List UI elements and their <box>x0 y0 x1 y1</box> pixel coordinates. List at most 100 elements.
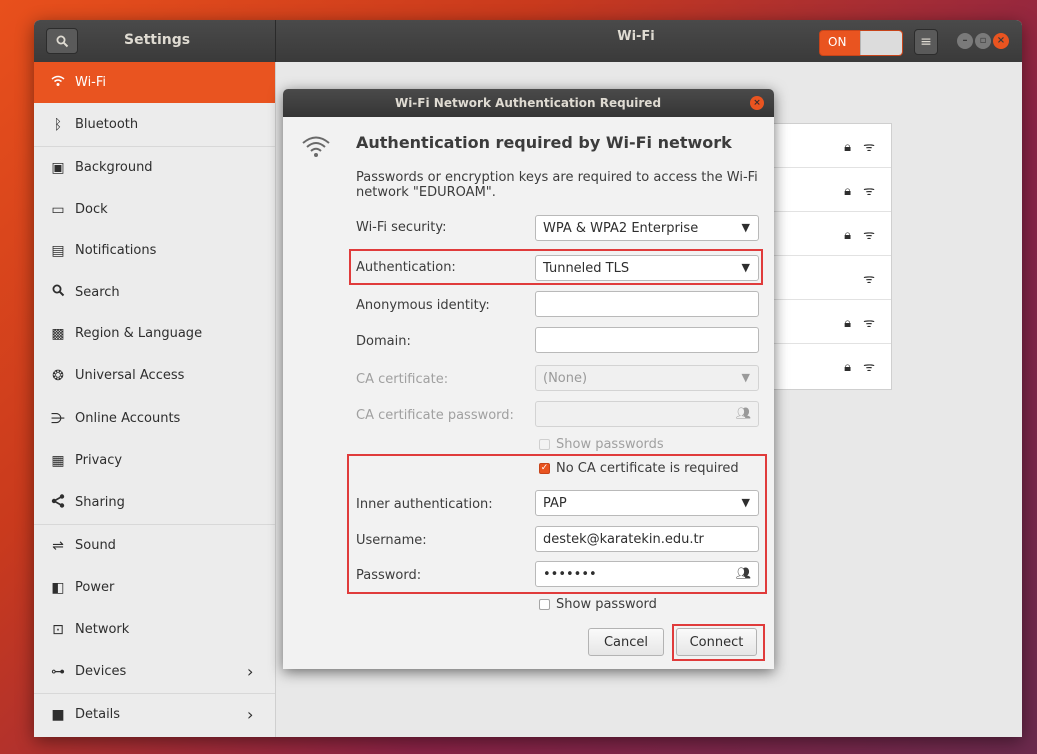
sound-icon: ⇌ <box>52 537 64 554</box>
sidebar-item-label: Wi-Fi <box>75 75 107 90</box>
header-divider <box>275 20 276 62</box>
inner-authentication-label: Inner authentication: <box>356 497 493 512</box>
sidebar-item-label: Details <box>75 707 121 722</box>
sidebar-item-label: Power <box>75 580 115 595</box>
ca-certificate-password-label: CA certificate password: <box>356 408 514 423</box>
details-icon: ■ <box>51 706 65 723</box>
checkbox-box[interactable] <box>539 439 550 450</box>
switch-on-label: ON <box>828 35 847 49</box>
sidebar-item-region[interactable]: ▩ Region & Language <box>34 313 275 354</box>
sidebar-item-label: Bluetooth <box>75 117 139 132</box>
menu-button[interactable]: ≡ <box>914 29 938 55</box>
password-value: ••••••• <box>543 567 597 582</box>
checkbox-checked[interactable]: ✓ <box>539 463 550 474</box>
sidebar-item-universal-access[interactable]: ❂ Universal Access <box>34 355 275 396</box>
password-options-icon[interactable]: 👥︎ <box>736 566 751 580</box>
sidebar-item-notifications[interactable]: ▤ Notifications <box>34 230 275 271</box>
wifi-security-label: Wi-Fi security: <box>356 220 447 235</box>
lock-wifi-weak-icon: 🔒︎ ᯤ <box>844 360 879 375</box>
checkbox-box[interactable] <box>539 599 550 610</box>
sidebar: Wi-Fi ᛒ Bluetooth ▣ Background ▭ Dock ▤ … <box>34 62 276 737</box>
close-button[interactable]: × <box>993 33 1009 49</box>
sidebar-item-details[interactable]: ■ Details › <box>34 694 275 735</box>
sidebar-item-sound[interactable]: ⇌ Sound <box>34 525 275 566</box>
sidebar-item-devices[interactable]: ⊶ Devices › <box>34 651 275 692</box>
dialog-close-button[interactable]: × <box>750 96 764 110</box>
dialog-header: Wi-Fi Network Authentication Required × <box>283 89 774 117</box>
bluetooth-icon: ᛒ <box>53 116 63 133</box>
show-passwords-checkbox[interactable]: Show passwords <box>539 437 664 452</box>
username-label: Username: <box>356 533 427 548</box>
cancel-button[interactable]: Cancel <box>588 628 664 656</box>
sidebar-item-bluetooth[interactable]: ᛒ Bluetooth <box>34 104 275 145</box>
universal-access-icon: ❂ <box>52 367 64 384</box>
dropdown-arrow-icon: ▼ <box>741 221 750 234</box>
sidebar-item-network[interactable]: ⊡ Network <box>34 609 275 650</box>
connect-button[interactable]: Connect <box>676 628 757 656</box>
authentication-value: Tunneled TLS <box>543 261 630 276</box>
sidebar-item-dock[interactable]: ▭ Dock <box>34 189 275 230</box>
username-input[interactable]: destek@karatekin.edu.tr <box>535 526 759 552</box>
domain-label: Domain: <box>356 334 411 349</box>
dropdown-arrow-icon: ▼ <box>741 261 750 274</box>
notifications-icon: ▤ <box>51 242 65 259</box>
authentication-dropdown[interactable]: Tunneled TLS ▼ <box>535 255 759 281</box>
sidebar-item-label: Dock <box>75 202 108 217</box>
wifi-security-value: WPA & WPA2 Enterprise <box>543 221 699 236</box>
lock-wifi-icon: 🔒︎ ᯤ <box>844 228 879 243</box>
dialog-heading: Authentication required by Wi-Fi network <box>356 133 732 152</box>
ca-certificate-dropdown[interactable]: (None) ▼ <box>535 365 759 391</box>
no-ca-required-checkbox[interactable]: ✓ No CA certificate is required <box>539 461 739 476</box>
lock-wifi-icon: 🔒︎ ᯤ <box>844 140 879 155</box>
password-input[interactable]: ••••••• 👥︎ <box>535 561 759 587</box>
close-icon: × <box>753 98 761 108</box>
password-label: Password: <box>356 568 422 583</box>
sidebar-item-label: Sound <box>75 538 116 553</box>
sidebar-item-online-accounts[interactable]: ⋺ Online Accounts <box>34 398 275 439</box>
show-password-checkbox[interactable]: Show password <box>539 597 657 612</box>
dropdown-arrow-icon: ▼ <box>741 496 750 509</box>
anonymous-identity-input[interactable] <box>535 291 759 317</box>
wifi-security-dropdown[interactable]: WPA & WPA2 Enterprise ▼ <box>535 215 759 241</box>
username-value: destek@karatekin.edu.tr <box>543 532 704 547</box>
hamburger-icon: ≡ <box>920 34 932 50</box>
dialog-description: Passwords or encryption keys are require… <box>356 170 758 200</box>
maximize-icon: ▫ <box>979 35 987 46</box>
sidebar-item-sharing[interactable]: Sharing <box>34 482 275 523</box>
password-options-icon[interactable]: 👥︎ <box>736 406 751 420</box>
search-icon <box>56 35 68 47</box>
wifi-large-icon <box>301 134 331 167</box>
minimize-icon: – <box>962 35 968 46</box>
sidebar-item-privacy[interactable]: ▦ Privacy <box>34 440 275 481</box>
lock-wifi-icon: 🔒︎ ᯤ <box>844 316 879 331</box>
devices-icon: ⊶ <box>51 663 65 680</box>
sidebar-item-label: Devices <box>75 664 127 679</box>
power-icon: ◧ <box>51 579 65 596</box>
sharing-icon <box>49 493 67 512</box>
sidebar-item-search[interactable]: Search <box>34 272 275 313</box>
anonymous-identity-label: Anonymous identity: <box>356 298 490 313</box>
inner-authentication-dropdown[interactable]: PAP ▼ <box>535 490 759 516</box>
sidebar-item-label: Universal Access <box>75 368 185 383</box>
sidebar-item-power[interactable]: ◧ Power <box>34 567 275 608</box>
minimize-button[interactable]: – <box>957 33 973 49</box>
sidebar-item-label: Search <box>75 285 120 300</box>
sidebar-item-label: Background <box>75 160 153 175</box>
wifi-toggle-switch[interactable]: ON <box>819 30 903 56</box>
sidebar-item-background[interactable]: ▣ Background <box>34 147 275 188</box>
ca-certificate-label: CA certificate: <box>356 372 449 387</box>
sidebar-item-label: Sharing <box>75 495 125 510</box>
wifi-icon: ᯤ <box>863 272 879 287</box>
header-bar: Settings Wi-Fi ON ≡ – ▫ × <box>34 20 1022 63</box>
maximize-button[interactable]: ▫ <box>975 33 991 49</box>
search-icon <box>49 284 67 301</box>
search-button[interactable] <box>46 28 78 54</box>
sidebar-item-wifi[interactable]: Wi-Fi <box>34 62 275 103</box>
authentication-label: Authentication: <box>356 260 456 275</box>
inner-authentication-value: PAP <box>543 496 567 511</box>
sidebar-item-label: Privacy <box>75 453 123 468</box>
switch-knob[interactable] <box>860 31 902 55</box>
domain-input[interactable] <box>535 327 759 353</box>
sidebar-item-label: Notifications <box>75 243 157 258</box>
ca-certificate-password-input[interactable]: 👥︎ <box>535 401 759 427</box>
